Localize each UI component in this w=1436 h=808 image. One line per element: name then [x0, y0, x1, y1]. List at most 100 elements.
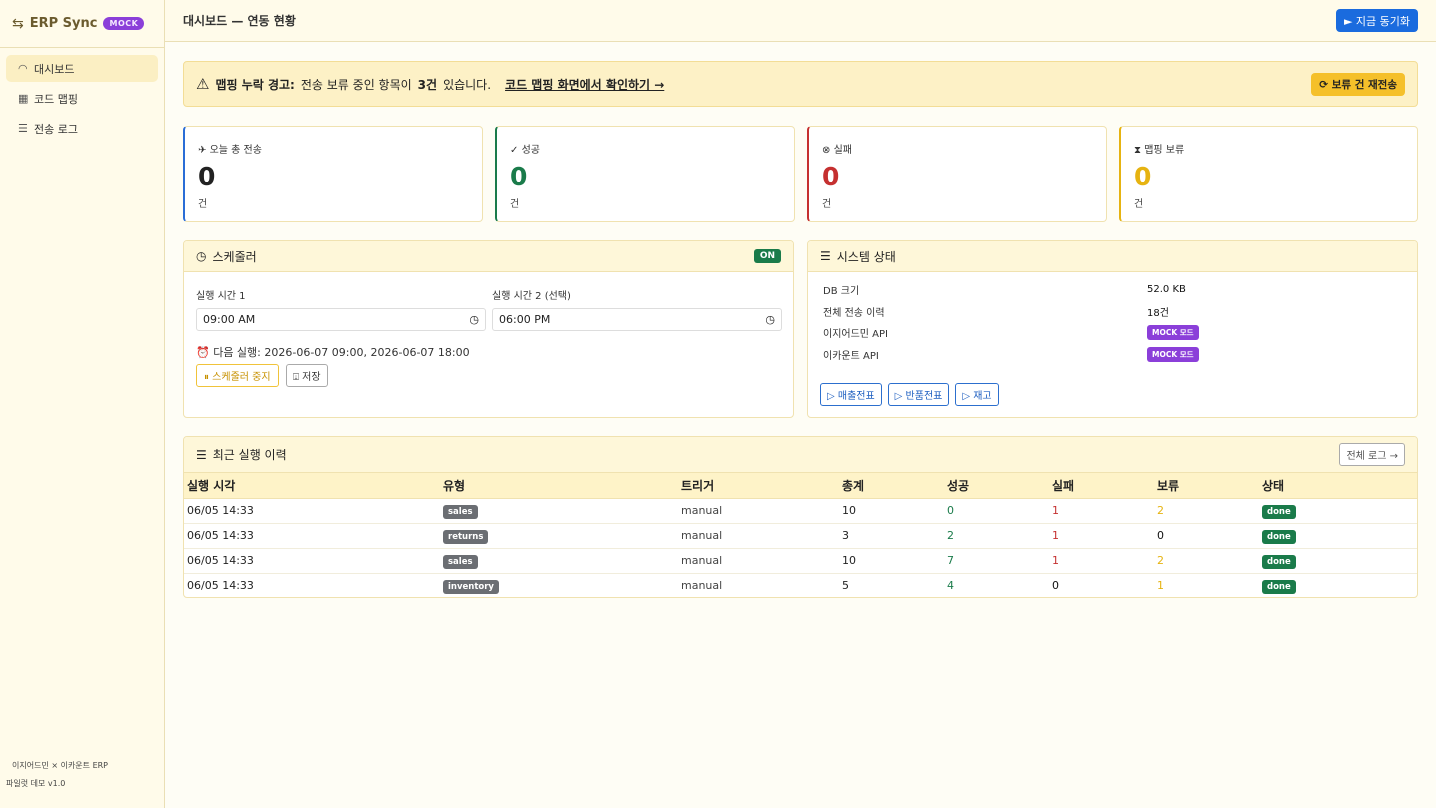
stat-value: 0 — [822, 162, 840, 191]
clock-icon: ◷ — [765, 313, 775, 326]
stop-scheduler-button[interactable]: ⏸ 스케줄러 중지 — [196, 364, 279, 387]
stat-unit: 건 — [1134, 199, 1144, 210]
type-badge: sales — [443, 555, 478, 569]
table-row: 06/05 14:33 sales manual 10 0 1 2 done — [184, 498, 1417, 524]
table-header-row: 실행 시각 유형 트리거 총계 성공 실패 보류 상태 — [184, 473, 1417, 499]
code-mapping-link[interactable]: 코드 맵핑 화면에서 확인하기 → — [505, 76, 664, 93]
time2-input[interactable]: 06:00 PM ◷ — [492, 308, 782, 331]
time1-input[interactable]: 09:00 AM ◷ — [196, 308, 486, 331]
send-icon: ✈ — [198, 145, 207, 156]
sync-now-button[interactable]: ► 지금 동기화 — [1335, 9, 1418, 32]
type-badge: sales — [443, 505, 478, 519]
time1-label: 실행 시간 1 — [196, 291, 246, 302]
column-header: 성공 — [944, 473, 1049, 499]
stat-unit: 건 — [510, 199, 520, 210]
stat-label: ✈ 오늘 총 전송 — [198, 145, 262, 156]
column-header: 보류 — [1154, 473, 1259, 499]
column-header: 유형 — [440, 473, 678, 499]
table-icon: ▦ — [18, 92, 29, 105]
stat-unit: 건 — [198, 199, 208, 210]
status-badge: done — [1262, 505, 1296, 519]
stat-value: 0 — [510, 162, 528, 191]
status-row-ecount-api: 이카운트 API MOCK 모드 — [823, 344, 1402, 366]
column-header: 총계 — [839, 473, 944, 499]
column-header: 실패 — [1049, 473, 1154, 499]
app-name: ERP Sync — [29, 16, 98, 31]
stat-value: 0 — [1134, 162, 1152, 191]
hourglass-icon: ⧗ — [1134, 145, 1142, 156]
recent-runs-panel: ☰ 최근 실행 이력 전체 로그 → 실행 시각 유형 트리거 총계 성공 실패… — [183, 436, 1418, 598]
x-circle-icon: ⊗ — [822, 145, 831, 156]
inventory-button[interactable]: ▷ 재고 — [955, 383, 999, 406]
sidebar-footer: 이지어드민 × 이카운트 ERP 파일럿 데모 v1.0 — [6, 757, 109, 793]
status-badge: done — [1262, 580, 1296, 594]
server-icon: ☰ — [820, 249, 831, 263]
top-bar: 대시보드 — 연동 현황 ► 지금 동기화 — [165, 0, 1436, 42]
scheduler-header: ◷ 스케줄러 ON — [184, 241, 793, 272]
status-row-ezadmin-api: 이지어드민 API MOCK 모드 — [823, 322, 1402, 344]
sidebar-item-label: 대시보드 — [34, 62, 75, 76]
sidebar-item-code-mapping[interactable]: ▦ 코드 맵핑 — [6, 85, 158, 112]
status-row-history: 전체 전송 이력 18건 — [823, 307, 1169, 319]
alert-text-after: 있습니다. — [443, 77, 492, 92]
stat-value: 0 — [198, 162, 216, 191]
stat-label: ⧗ 맵핑 보류 — [1134, 145, 1185, 156]
alert-text-before: 전송 보류 중인 항목이 — [300, 77, 412, 92]
mapping-warning-alert: ⚠ 맵핑 누락 경고: 전송 보류 중인 항목이 3건 있습니다. 코드 맵핑 … — [183, 61, 1418, 107]
system-status-list: DB 크기 52.0 KB 전체 전송 이력 18건 이지어드민 API MOC… — [808, 272, 1417, 365]
next-run-text: ⏰ 다음 실행: 2026-06-07 09:00, 2026-06-07 18… — [196, 346, 470, 359]
table-row: 06/05 14:33 inventory manual 5 4 0 1 don… — [184, 573, 1417, 597]
mock-badge: MOCK — [103, 17, 145, 30]
system-status-header: ☰ 시스템 상태 — [808, 241, 1417, 272]
type-badge: returns — [443, 530, 489, 544]
table-row: 06/05 14:33 sales manual 10 7 1 2 done — [184, 548, 1417, 574]
column-header: 실행 시각 — [184, 473, 440, 499]
warning-icon: ⚠ — [196, 74, 210, 93]
status-row-db-size: DB 크기 52.0 KB — [823, 284, 1186, 298]
sidebar-item-label: 전송 로그 — [34, 122, 78, 136]
stat-card-fail: ⊗ 실패 0 건 — [807, 126, 1107, 222]
gauge-icon: ◠ — [18, 62, 28, 75]
status-badge: done — [1262, 555, 1296, 569]
scheduler-status-badge: ON — [753, 249, 781, 263]
stat-card-success: ✓ 성공 0 건 — [495, 126, 795, 222]
column-header: 트리거 — [678, 473, 839, 499]
scheduler-title: 스케줄러 — [212, 249, 257, 264]
sidebar-item-label: 코드 맵핑 — [34, 92, 78, 106]
alert-count: 3건 — [417, 77, 438, 92]
page-title: 대시보드 — 연동 현황 — [183, 14, 296, 28]
footer-version-text: 파일럿 데모 v1.0 — [6, 779, 66, 788]
recent-runs-table: 실행 시각 유형 트리거 총계 성공 실패 보류 상태 06/05 14:33 … — [184, 473, 1417, 597]
recent-runs-title: 최근 실행 이력 — [212, 448, 287, 462]
returns-voucher-button[interactable]: ▷ 반품전표 — [887, 383, 950, 406]
all-logs-button[interactable]: 전체 로그 → — [1339, 443, 1405, 466]
stat-card-hold: ⧗ 맵핑 보류 0 건 — [1119, 126, 1418, 222]
scheduler-panel: ◷ 스케줄러 ON 실행 시간 1 실행 시간 2 (선택) 09:00 AM … — [183, 240, 794, 418]
footer-integration-text: 이지어드민 × 이카운트 ERP — [12, 761, 109, 770]
stat-label: ⊗ 실패 — [822, 145, 852, 156]
sales-voucher-button[interactable]: ▷ 매출전표 — [820, 383, 882, 406]
brand: ⇆ ERP Sync MOCK — [0, 0, 164, 48]
list-icon: ☰ — [18, 122, 28, 135]
stat-unit: 건 — [822, 199, 832, 210]
retry-held-button[interactable]: ⟳ 보류 건 재전송 — [1311, 72, 1405, 96]
clock-icon: ◷ — [196, 249, 207, 263]
stat-card-total: ✈ 오늘 총 전송 0 건 — [183, 126, 483, 222]
table-row: 06/05 14:33 returns manual 3 2 1 0 done — [184, 523, 1417, 549]
system-status-title: 시스템 상태 — [836, 249, 896, 264]
sidebar-item-transfer-log[interactable]: ☰ 전송 로그 — [6, 115, 158, 142]
save-button[interactable]: ⍗ 저장 — [286, 364, 328, 387]
type-badge: inventory — [443, 580, 499, 594]
clock-icon: ◷ — [469, 313, 479, 326]
system-status-panel: ☰ 시스템 상태 DB 크기 52.0 KB 전체 전송 이력 18건 이지어드… — [807, 240, 1418, 418]
check-circle-icon: ✓ — [510, 145, 519, 156]
time2-label: 실행 시간 2 (선택) — [492, 291, 571, 302]
mock-mode-badge: MOCK 모드 — [1147, 325, 1199, 341]
stat-label: ✓ 성공 — [510, 145, 540, 156]
sidebar-nav: ◠ 대시보드 ▦ 코드 맵핑 ☰ 전송 로그 — [0, 48, 164, 152]
mock-mode-badge: MOCK 모드 — [1147, 346, 1199, 362]
recent-runs-header: ☰ 최근 실행 이력 전체 로그 → — [184, 437, 1417, 473]
sidebar-item-dashboard[interactable]: ◠ 대시보드 — [6, 55, 158, 82]
status-badge: done — [1262, 530, 1296, 544]
sidebar: ⇆ ERP Sync MOCK ◠ 대시보드 ▦ 코드 맵핑 ☰ 전송 로그 이… — [0, 0, 165, 808]
